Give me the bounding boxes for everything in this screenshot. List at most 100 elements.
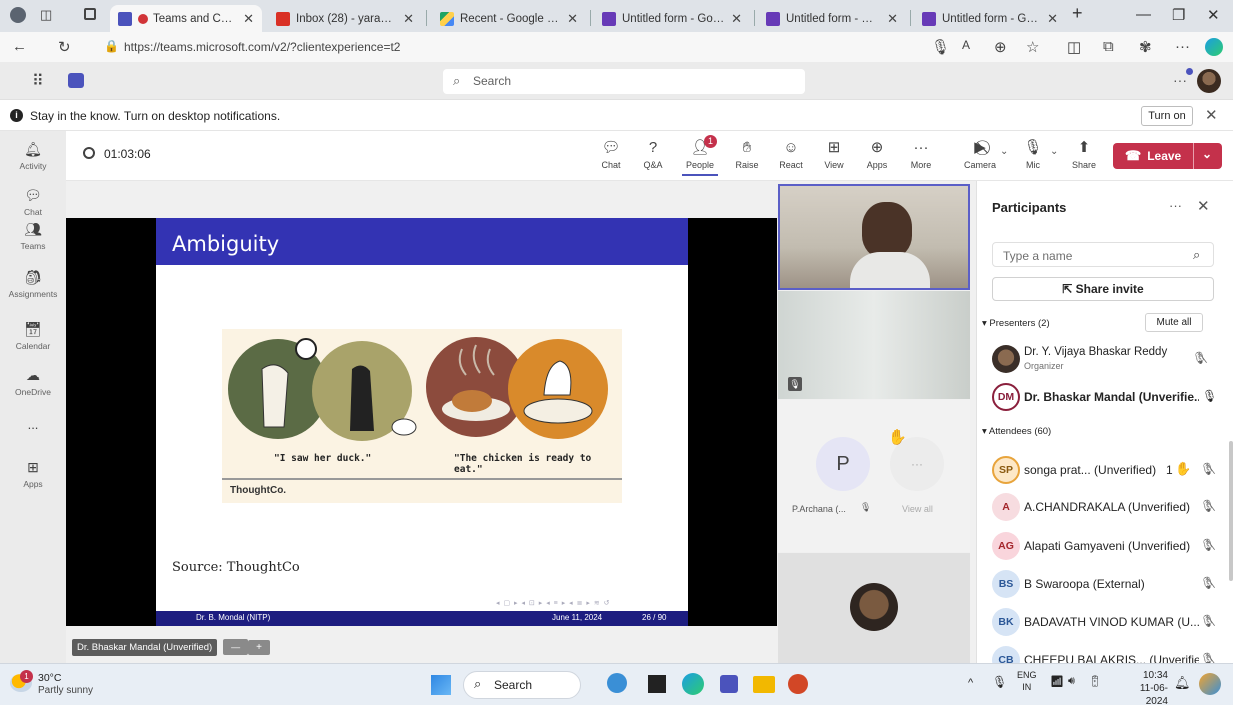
zoom-in-button[interactable]: + xyxy=(248,639,271,655)
battery-icon[interactable]: 🔋︎ xyxy=(1088,675,1102,688)
rail-item-calendar[interactable]: 📅︎ Calendar xyxy=(0,319,66,351)
rail-item-assignments[interactable]: 🎒︎ Assignments xyxy=(0,267,66,299)
chevron-down-icon[interactable]: ⌄ xyxy=(1202,147,1212,161)
copilot-taskbar-icon[interactable] xyxy=(607,673,627,693)
turn-on-button[interactable]: Turn on xyxy=(1141,106,1193,126)
extensions-icon[interactable]: ✾ xyxy=(1139,38,1152,56)
apps-button[interactable]: ⊕ Apps xyxy=(862,138,892,170)
chevron-up-icon[interactable]: ^ xyxy=(968,677,973,689)
chat-button[interactable]: 💬︎ Chat xyxy=(596,138,626,170)
minimize-button[interactable]: — xyxy=(1136,6,1151,23)
copilot-icon[interactable] xyxy=(1199,673,1221,695)
tab-form-1[interactable]: Untitled form - Google F ✕ xyxy=(594,5,750,32)
rail-item-activity[interactable]: 🔔︎ Activity xyxy=(0,139,66,171)
weather-widget[interactable]: 1 30°C Partly sunny xyxy=(10,670,120,700)
workspaces-icon[interactable]: ◫ xyxy=(40,7,52,23)
participant-search-input[interactable]: Type a name ⌕ xyxy=(992,242,1214,267)
powerpoint-icon[interactable] xyxy=(788,674,808,694)
avatar[interactable] xyxy=(1197,69,1221,93)
close-icon[interactable]: ✕ xyxy=(887,11,898,27)
close-icon[interactable]: ✕ xyxy=(731,11,742,27)
tab-actions-icon[interactable] xyxy=(84,8,96,20)
volume-icon[interactable]: 🔊︎ xyxy=(1068,675,1075,688)
participant-row[interactable]: A A.CHANDRAKALA (Unverified) 🎙︎⃥ xyxy=(977,491,1233,523)
video-tile-self[interactable] xyxy=(778,553,970,663)
raise-hand-button[interactable]: ✋︎ Raise xyxy=(732,138,762,170)
share-button[interactable]: ⬆︎ Share xyxy=(1069,138,1099,170)
teams-taskbar-icon[interactable] xyxy=(720,675,738,693)
video-tile-speaker[interactable] xyxy=(778,184,970,290)
tab-form-2[interactable]: Untitled form - Google F ✕ xyxy=(758,5,906,32)
close-icon[interactable]: ✕ xyxy=(403,11,414,27)
close-icon[interactable]: ✕ xyxy=(1047,11,1058,27)
wifi-icon[interactable]: 📶︎ xyxy=(1050,675,1064,688)
language-indicator[interactable]: ENG IN xyxy=(1017,669,1037,693)
task-view-icon[interactable] xyxy=(648,675,666,693)
mic-button[interactable]: 🎙︎ Mic xyxy=(1018,138,1048,170)
notification-bell-icon[interactable]: 🔔︎ xyxy=(1174,675,1191,691)
rail-item-chat[interactable]: 💬︎ Chat xyxy=(0,185,66,217)
rail-item-apps[interactable]: ⊞ Apps xyxy=(0,457,66,489)
participant-row[interactable]: DM Dr. Bhaskar Mandal (Unverifie... 🎙︎ xyxy=(977,381,1233,413)
zoom-out-button[interactable]: — xyxy=(223,639,249,655)
new-tab-button[interactable]: + xyxy=(1072,3,1083,24)
rail-item-onedrive[interactable]: ☁︎ OneDrive xyxy=(0,365,66,397)
participant-row[interactable]: Dr. Y. Vijaya Bhaskar Reddy Organizer 🎙︎… xyxy=(977,341,1233,377)
tab-gmail[interactable]: Inbox (28) - yaramala.vija ✕ xyxy=(268,5,422,32)
back-icon[interactable]: ← xyxy=(12,38,27,55)
people-button[interactable]: 👤︎ 1 People xyxy=(682,135,718,176)
presenters-header[interactable]: ▾ Presenters (2) xyxy=(982,318,1050,329)
profile-icon[interactable] xyxy=(10,7,26,23)
participant-row[interactable]: BS B Swaroopa (External) 🎙︎⃥ xyxy=(977,568,1233,600)
read-aloud-icon[interactable]: A xyxy=(962,38,970,52)
taskbar-search[interactable]: ⌕ Search xyxy=(463,671,581,699)
chevron-down-icon[interactable]: ⌄ xyxy=(1050,146,1058,157)
collections-icon[interactable]: ⧉ xyxy=(1103,38,1114,55)
close-icon[interactable]: ✕ xyxy=(1205,106,1218,124)
url-field[interactable]: 🔒 https://teams.microsoft.com/v2/?client… xyxy=(96,36,826,58)
mic-icon[interactable]: 🎙︎ xyxy=(992,675,1007,689)
app-launcher-icon[interactable]: ⠿ xyxy=(32,71,44,91)
site-info-icon[interactable]: 🔒 xyxy=(104,39,119,53)
attendees-header[interactable]: ▾ Attendees (60) xyxy=(982,426,1051,437)
app-available-icon[interactable]: ⊕ xyxy=(994,38,1007,56)
share-invite-button[interactable]: ⇱ Share invite xyxy=(992,277,1214,301)
qa-button[interactable]: ? Q&A xyxy=(638,138,668,170)
close-icon[interactable]: ✕ xyxy=(1197,197,1210,215)
refresh-icon[interactable]: ↻ xyxy=(58,38,71,56)
participant-row[interactable]: CB CHEEPU BALAKRIS... (Unverified) 🎙︎⃥ xyxy=(977,644,1233,663)
search-input[interactable]: ⌕ Search xyxy=(443,69,805,94)
participant-row[interactable]: AG Alapati Gamyaveni (Unverified) 🎙︎⃥ xyxy=(977,530,1233,562)
scrollbar[interactable] xyxy=(1229,441,1233,581)
more-button[interactable]: ··· More xyxy=(906,138,936,170)
windows-start-icon[interactable] xyxy=(431,675,451,695)
restore-button[interactable]: ❐ xyxy=(1172,6,1185,24)
close-icon[interactable]: ✕ xyxy=(567,11,578,27)
tab-drive[interactable]: Recent - Google Drive ✕ xyxy=(432,5,586,32)
camera-button[interactable]: ▶︎⃠ Camera xyxy=(962,138,998,170)
rail-item-teams[interactable]: 👥︎ Teams xyxy=(0,219,66,251)
video-tile-2[interactable]: 🎙︎ xyxy=(778,291,970,399)
rail-item-more[interactable]: ... xyxy=(0,417,66,432)
close-icon[interactable]: ✕ xyxy=(243,11,254,27)
mic-permission-icon[interactable]: 🎙 xyxy=(931,38,950,56)
react-button[interactable]: ☺ React xyxy=(776,138,806,170)
chevron-down-icon[interactable]: ⌄ xyxy=(1000,146,1008,157)
file-explorer-icon[interactable] xyxy=(753,676,775,693)
edge-icon[interactable] xyxy=(682,673,704,695)
participant-row[interactable]: SP songa prat... (Unverified) 1 ✋ 🎙︎⃥ xyxy=(977,454,1233,486)
settings-more-icon[interactable]: ··· xyxy=(1175,38,1190,55)
leave-button[interactable]: ☎︎ Leave ⌄ xyxy=(1113,143,1222,169)
tab-teams[interactable]: Teams and Channels ✕ xyxy=(110,5,262,32)
more-options-icon[interactable]: ··· xyxy=(1169,198,1182,213)
favorite-icon[interactable]: ☆ xyxy=(1026,38,1039,56)
mute-all-button[interactable]: Mute all xyxy=(1145,313,1203,332)
split-screen-icon[interactable]: ◫ xyxy=(1067,38,1081,56)
copilot-icon[interactable] xyxy=(1205,38,1223,56)
beamer-nav-icons[interactable]: ◂ ▢ ▸ ◂ ⊡ ▸ ◂ ≡ ▸ ◂ ≣ ▸ ≋ ↺ xyxy=(496,599,611,607)
participant-row[interactable]: BK BADAVATH VINOD KUMAR (U... 🎙︎⃥ xyxy=(977,606,1233,638)
settings-more-icon[interactable]: ··· xyxy=(1173,72,1187,88)
window-close-button[interactable]: ✕ xyxy=(1207,6,1220,24)
tab-form-3[interactable]: Untitled form - Google F ✕ xyxy=(914,5,1066,32)
clock[interactable]: 10:34 11-06-2024 xyxy=(1122,669,1168,705)
